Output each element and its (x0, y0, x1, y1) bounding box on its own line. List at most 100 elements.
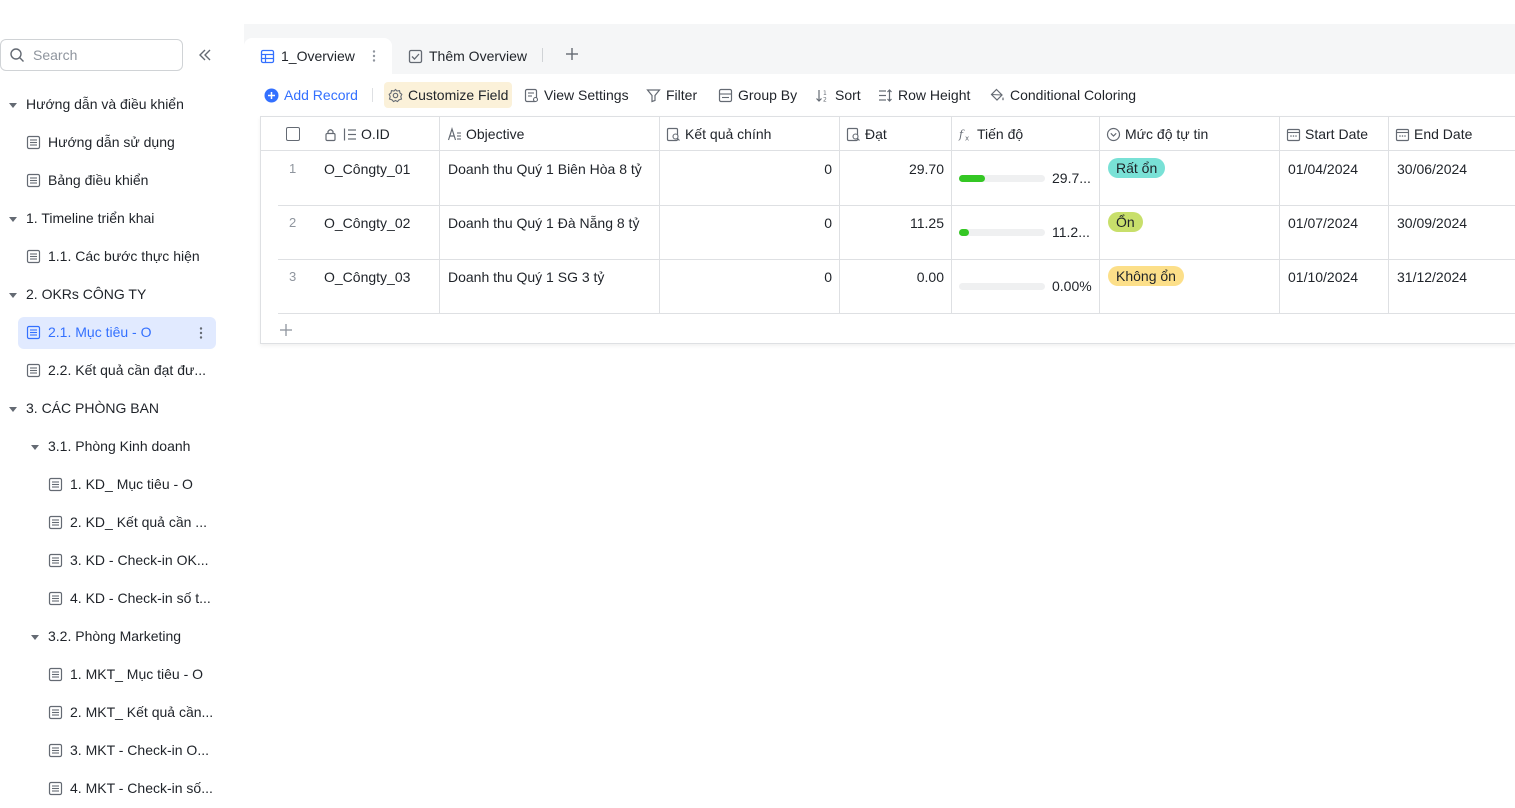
caret-down-icon[interactable] (30, 632, 40, 642)
sidebar-item-kd-checkin-so[interactable]: 4. KD - Check-in số t... (0, 580, 228, 618)
confidence-tag[interactable]: Rất ổn (1108, 158, 1166, 178)
cell-objective[interactable]: Doanh thu Quý 1 Biên Hòa 8 tỷ (448, 161, 642, 177)
confidence-tag[interactable]: Ổn (1108, 212, 1143, 232)
filter-button[interactable]: Filter (646, 82, 697, 108)
column-header-start-date[interactable]: Start Date (1286, 117, 1368, 151)
sidebar-item-label: 3. KD - Check-in OK... (70, 552, 209, 568)
main-panel: 1_Overview Thêm Overview Add Record Cust… (244, 24, 1515, 786)
collapse-sidebar-icon[interactable] (196, 46, 214, 64)
cell-dat[interactable]: 0.00 (846, 269, 944, 285)
cell-objective[interactable]: Doanh thu Quý 1 Đà Nẵng 8 tỷ (448, 215, 639, 231)
add-view-icon[interactable] (564, 46, 580, 62)
column-header-end-date[interactable]: End Date (1395, 117, 1472, 151)
view-settings-button[interactable]: View Settings (524, 82, 629, 108)
confidence-tag[interactable]: Không ổn (1108, 266, 1184, 286)
sidebar-item-mkt-checkin-so[interactable]: 4. MKT - Check-in số... (0, 770, 228, 808)
column-divider (1099, 117, 1100, 313)
sidebar-item-cac-buoc[interactable]: 1.1. Các bước thực hiện (0, 238, 228, 276)
calendar-icon (1395, 128, 1410, 141)
cell-dat[interactable]: 11.25 (846, 215, 944, 231)
conditional-coloring-button[interactable]: Conditional Coloring (990, 82, 1136, 108)
toolbar-divider (372, 88, 373, 102)
row-number: 2 (289, 215, 297, 230)
cell-start-date[interactable]: 01/07/2024 (1288, 215, 1358, 231)
toolbar: Add Record Customize Field View Settings… (244, 74, 1515, 116)
cell-ket-qua-chinh[interactable]: 0 (666, 161, 832, 177)
sidebar-item-mkt-ket-qua[interactable]: 2. MKT_ Kết quả cần... (0, 694, 228, 732)
column-header-muc-do-tu-tin[interactable]: Mức độ tự tin (1106, 117, 1208, 151)
view-settings-icon (524, 88, 539, 102)
column-divider (1279, 117, 1280, 313)
sidebar-item-kd-muc-tieu[interactable]: 1. KD_ Mục tiêu - O (0, 466, 228, 504)
sidebar-item-huong-dan-su-dung[interactable]: Hướng dẫn sử dụng (0, 124, 228, 162)
cell-end-date[interactable]: 31/12/2024 (1397, 269, 1467, 285)
column-header-ket-qua-chinh[interactable]: Kết quả chính (666, 117, 771, 151)
sidebar-item-mkt-muc-tieu[interactable]: 1. MKT_ Mục tiêu - O (0, 656, 228, 694)
add-row-icon[interactable] (278, 322, 294, 338)
sort-label: Sort (835, 87, 861, 103)
cell-end-date[interactable]: 30/09/2024 (1397, 215, 1467, 231)
sidebar-item-label: 4. KD - Check-in số t... (70, 590, 211, 606)
sort-icon: 12 (816, 89, 827, 103)
cell-oid[interactable]: O_Côngty_01 (324, 161, 410, 177)
sidebar-item-kd-checkin-okr[interactable]: 3. KD - Check-in OK... (0, 542, 228, 580)
column-header-oid[interactable]: O.ID (323, 117, 390, 151)
cell-ket-qua-chinh[interactable]: 0 (666, 215, 832, 231)
sidebar-group-okrs[interactable]: 2. OKRs CÔNG TY (0, 276, 228, 314)
column-header-dat[interactable]: Đạt (846, 117, 887, 151)
sidebar-item-label: 3.2. Phòng Marketing (48, 628, 182, 644)
sidebar-item-muc-tieu[interactable]: 2.1. Mục tiêu - O (0, 314, 228, 352)
caret-down-icon[interactable] (8, 100, 18, 110)
sidebar-item-kd-ket-qua[interactable]: 2. KD_ Kết quả cần ... (0, 504, 228, 542)
sidebar-item-mkt-checkin-okr[interactable]: 3. MKT - Check-in O... (0, 732, 228, 770)
select-all-checkbox[interactable] (286, 127, 300, 141)
sidebar-group-kinh-doanh[interactable]: 3.1. Phòng Kinh doanh (0, 428, 228, 466)
sort-button[interactable]: 12 Sort (815, 82, 861, 108)
cell-end-date[interactable]: 30/06/2024 (1397, 161, 1467, 177)
cell-objective[interactable]: Doanh thu Quý 1 SG 3 tỷ (448, 269, 604, 285)
column-header-tien-do[interactable]: fx Tiến độ (958, 117, 1023, 151)
cell-start-date[interactable]: 01/10/2024 (1288, 269, 1358, 285)
tab-more-icon[interactable] (369, 49, 379, 63)
caret-down-icon[interactable] (30, 442, 40, 452)
text-field-icon (447, 126, 461, 140)
row-height-button[interactable]: Row Height (878, 82, 970, 108)
row-divider (278, 259, 1515, 260)
sidebar-item-label: 2.2. Kết quả cần đạt đư... (48, 362, 207, 378)
group-by-button[interactable]: Group By (718, 82, 797, 108)
tab-label: 1_Overview (281, 48, 355, 64)
progress-label: 0.00% (1052, 278, 1092, 294)
caret-down-icon[interactable] (8, 290, 18, 300)
progress-fill (959, 229, 969, 236)
column-header-label: O.ID (361, 126, 390, 142)
customize-field-button[interactable]: Customize Field (384, 82, 513, 108)
column-header-objective[interactable]: Objective (447, 117, 524, 151)
progress-bar (959, 229, 1045, 236)
table-icon (48, 781, 63, 796)
sidebar-item-ket-qua[interactable]: 2.2. Kết quả cần đạt đư... (0, 352, 228, 390)
cell-oid[interactable]: O_Côngty_02 (324, 215, 410, 231)
svg-text:f: f (958, 128, 965, 141)
column-divider (839, 117, 840, 313)
view-tabs: 1_Overview Thêm Overview (244, 24, 1515, 74)
caret-down-icon[interactable] (8, 404, 18, 414)
cell-ket-qua-chinh[interactable]: 0 (666, 269, 832, 285)
tab-them-overview[interactable]: Thêm Overview (408, 38, 538, 74)
cell-dat[interactable]: 29.70 (846, 161, 944, 177)
sidebar-group-phong-ban[interactable]: 3. CÁC PHÒNG BAN (0, 390, 228, 428)
add-record-button[interactable]: Add Record (264, 82, 358, 108)
cell-start-date[interactable]: 01/04/2024 (1288, 161, 1358, 177)
more-options-icon[interactable] (196, 326, 206, 340)
sidebar-group-marketing[interactable]: 3.2. Phòng Marketing (0, 618, 228, 656)
search-input[interactable]: Search (0, 39, 183, 71)
cell-oid[interactable]: O_Côngty_03 (324, 269, 410, 285)
sidebar-item-label: 2. MKT_ Kết quả cần... (70, 704, 214, 720)
row-height-icon (879, 88, 892, 102)
sidebar-item-label: 3.1. Phòng Kinh doanh (48, 438, 191, 454)
sidebar-group-huong-dan[interactable]: Hướng dẫn và điều khiển (0, 86, 228, 124)
sidebar-group-timeline[interactable]: 1. Timeline triển khai (0, 200, 228, 238)
row-divider (278, 313, 1515, 314)
sidebar-item-bang-dieu-khien[interactable]: Bảng điều khiển (0, 162, 228, 200)
tab-overview[interactable]: 1_Overview (244, 38, 392, 74)
caret-down-icon[interactable] (8, 214, 18, 224)
